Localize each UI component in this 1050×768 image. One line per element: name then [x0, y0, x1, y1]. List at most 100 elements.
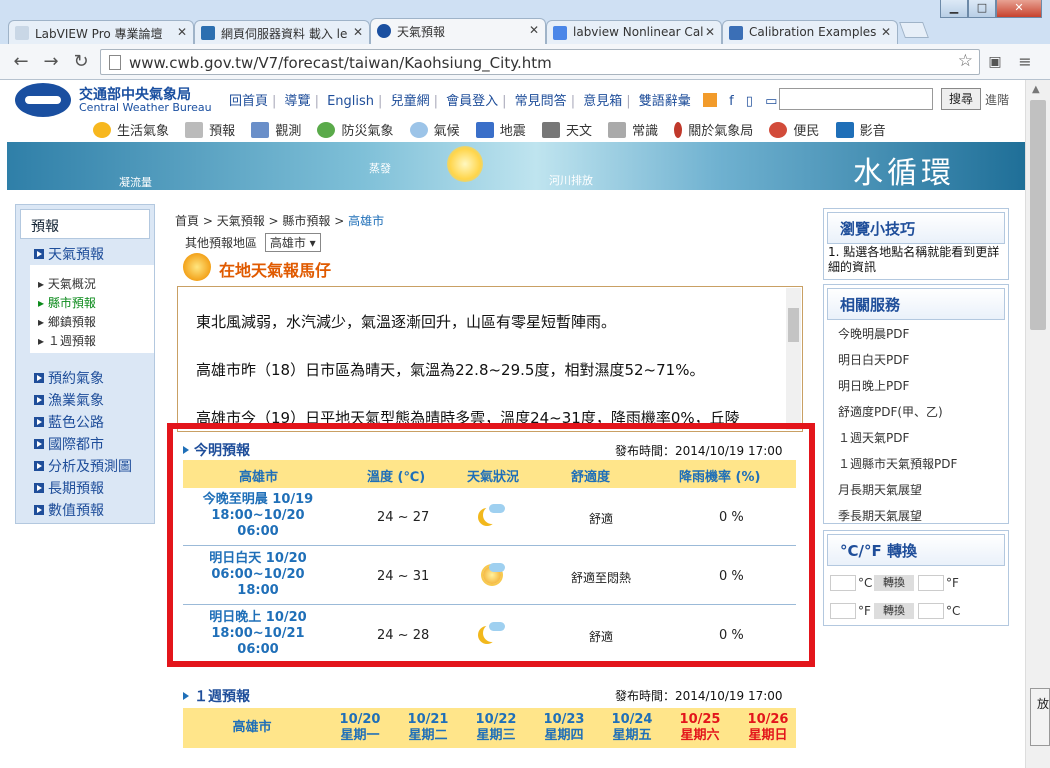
comfort-cell: 舒適至悶熱 [570, 571, 631, 585]
tablet-icon[interactable]: ▭ [765, 94, 777, 109]
link-login[interactable]: 會員登入 [446, 94, 498, 109]
nav-video[interactable]: 影音 [835, 122, 886, 139]
day-col: 10/20 星期一 [339, 712, 381, 743]
nav-forecast[interactable]: 預報 [185, 122, 235, 139]
star-icon[interactable]: ☆ [958, 51, 973, 71]
facebook-icon[interactable]: f [729, 94, 734, 109]
search-input[interactable] [779, 88, 933, 110]
sidebar-item-long-range[interactable]: 長期預報 [34, 478, 104, 498]
close-tab-icon[interactable]: ✕ [705, 25, 715, 39]
nav-service[interactable]: 便民 [769, 122, 819, 139]
link-faq[interactable]: 常見問答 [515, 94, 567, 109]
menu-icon[interactable]: ≡ [1014, 51, 1036, 73]
sidebar-item-blue-highway[interactable]: 藍色公路 [34, 412, 104, 432]
maximize-button[interactable]: □ [968, 0, 996, 18]
fahrenheit-input[interactable] [830, 603, 856, 619]
close-window-button[interactable]: ✕ [996, 0, 1042, 18]
rss-icon[interactable] [702, 93, 717, 107]
sun-cloud-icon [479, 563, 507, 587]
page-scrollbar[interactable]: ▲ [1025, 80, 1050, 768]
forward-icon[interactable]: → [40, 51, 62, 73]
celsius-input[interactable] [830, 575, 856, 591]
tab-calibration[interactable]: Calibration Examples ✕ [722, 20, 898, 44]
service-link[interactable]: 季長期天氣展望 [838, 507, 922, 524]
sun-graphic [447, 146, 483, 182]
tab-web-server[interactable]: 網頁伺服器資料 載入 le ✕ [194, 20, 370, 44]
tab-weather[interactable]: 天氣預報 ✕ [370, 18, 546, 44]
link-feedback[interactable]: 意見箱 [583, 94, 622, 109]
region-label: 其他預報地區 [185, 236, 258, 250]
summary-line: 高雄市昨（18）日市區為晴天，氣溫為22.8~29.5度，相對濕度52~71%。 [196, 361, 705, 379]
close-tab-icon[interactable]: ✕ [177, 25, 187, 39]
nav-observation[interactable]: 觀測 [251, 122, 301, 139]
sidebar-item-numerical[interactable]: 數值預報 [34, 500, 104, 520]
nav-about[interactable]: 關於氣象局 [674, 122, 753, 139]
service-link[interactable]: 舒適度PDF(甲、乙) [838, 403, 943, 420]
address-bar[interactable]: www.cwb.gov.tw/V7/forecast/taiwan/Kaohsi… [100, 49, 980, 75]
submenu-item-overview[interactable]: ▸ 天氣概況 [38, 275, 96, 292]
day-col: 10/26 星期日 [747, 712, 789, 743]
scroll-thumb[interactable] [1030, 100, 1046, 330]
unit-f: °F [858, 604, 871, 618]
forecast-icon [185, 122, 204, 138]
nav-astronomy[interactable]: 天文 [541, 122, 592, 139]
nav-earthquake[interactable]: 地震 [475, 122, 526, 139]
sidebar-item-international[interactable]: 國際都市 [34, 434, 104, 454]
submenu-item-township[interactable]: ▸ 鄉鎮預報 [38, 313, 96, 330]
celsius-output[interactable] [918, 603, 944, 619]
submenu-item-week[interactable]: ▸ １週預報 [38, 332, 96, 349]
link-english[interactable]: English [327, 94, 374, 109]
summary-line: 高雄市今（19）日平地天氣型態為晴時多雲，溫度24~31度，降雨機率0%，丘陵 [196, 409, 740, 427]
forecast-table-header: 高雄市 溫度 (℃) 天氣狀況 舒適度 降雨機率 (%) [183, 460, 796, 488]
extension-icon[interactable]: ▣ [984, 51, 1006, 73]
table-row: 今晚至明晨 10/19 18:00~10/20 06:00 24 ~ 27 舒適 0… [183, 488, 796, 546]
service-link[interactable]: 月長期天氣展望 [838, 481, 922, 498]
service-link[interactable]: 明日白天PDF [838, 351, 909, 368]
sidebar-item-fishery[interactable]: 漁業氣象 [34, 390, 104, 410]
crumb-county[interactable]: 縣市預報 [282, 214, 330, 228]
nav-knowledge[interactable]: 常識 [608, 122, 658, 139]
nav-climate[interactable]: 氣候 [409, 122, 460, 139]
weather-summary[interactable]: 東北風減弱，水汽減少，氣溫逐漸回升，山區有零星短暫陣雨。 高雄市昨（18）日市區… [177, 286, 803, 432]
mobile-icon[interactable]: ▯ [746, 94, 753, 109]
day-col: 10/22 星期三 [475, 712, 517, 743]
minimize-button[interactable]: ▁ [940, 0, 968, 18]
sidebar-item-weather-forecast[interactable]: 天氣預報 [34, 244, 104, 264]
unit-f: °F [946, 576, 959, 590]
new-tab-button[interactable] [899, 22, 929, 38]
reload-icon[interactable]: ↻ [70, 51, 92, 73]
sidebar-item-analysis[interactable]: 分析及預測圖 [34, 456, 132, 476]
side-popup[interactable]: 放 [1030, 688, 1050, 746]
tab-labview-nonlinear[interactable]: labview Nonlinear Cal ✕ [546, 20, 722, 44]
close-tab-icon[interactable]: ✕ [353, 25, 363, 39]
fahrenheit-output[interactable] [918, 575, 944, 591]
close-tab-icon[interactable]: ✕ [529, 23, 539, 37]
scroll-up-icon[interactable]: ▲ [1032, 84, 1040, 95]
link-guide[interactable]: 導覽 [285, 94, 311, 109]
link-glossary[interactable]: 雙語辭彙 [639, 94, 691, 109]
tab-labview-forum[interactable]: LabVIEW Pro 專業論壇 ✕ [8, 20, 194, 44]
page-icon [109, 55, 121, 70]
search-button[interactable]: 搜尋 [941, 88, 981, 110]
back-icon[interactable]: ← [10, 51, 32, 73]
logo-english[interactable]: Central Weather Bureau [79, 101, 212, 114]
nav-life-weather[interactable]: 生活氣象 [93, 122, 169, 139]
summary-scrollbar[interactable] [786, 288, 801, 430]
link-home[interactable]: 回首頁 [229, 94, 268, 109]
service-link[interactable]: １週縣市天氣預報PDF [838, 455, 957, 472]
service-link[interactable]: 明日晚上PDF [838, 377, 909, 394]
convert-c-button[interactable]: 轉換 [874, 575, 914, 591]
close-tab-icon[interactable]: ✕ [881, 25, 891, 39]
region-dropdown[interactable]: 高雄市 ▾ [264, 233, 321, 252]
crumb-forecast[interactable]: 天氣預報 [217, 214, 265, 228]
convert-f-button[interactable]: 轉換 [874, 603, 914, 619]
crumb-home[interactable]: 首頁 [175, 214, 199, 228]
sidebar-item-subscribe[interactable]: 預約氣象 [34, 368, 104, 388]
link-kids[interactable]: 兒童網 [391, 94, 430, 109]
advanced-search-link[interactable]: 進階 [985, 91, 1009, 108]
cwb-logo-icon[interactable] [15, 83, 71, 117]
service-link[interactable]: １週天氣PDF [838, 429, 909, 446]
nav-disaster[interactable]: 防災氣象 [317, 122, 393, 139]
service-link[interactable]: 今晚明晨PDF [838, 325, 909, 342]
submenu-item-county[interactable]: ▸ 縣市預報 [38, 294, 96, 311]
